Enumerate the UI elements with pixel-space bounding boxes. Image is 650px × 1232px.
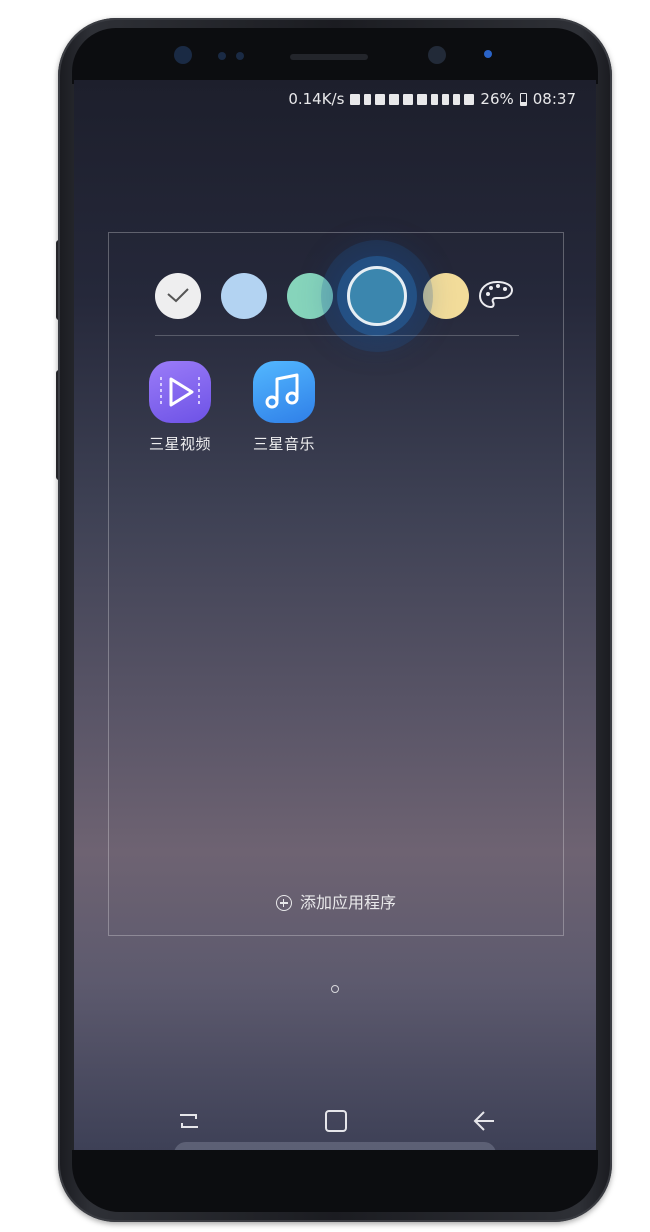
color-swatch-mint[interactable] <box>287 273 333 319</box>
recent-apps-icon[interactable] <box>176 1106 202 1136</box>
network-speed: 0.14K/s <box>288 90 345 108</box>
screenshot-icon <box>464 93 475 105</box>
app-label: 三星视频 <box>148 435 211 453</box>
wifi-icon <box>431 93 439 105</box>
color-swatch-blue-selected[interactable] <box>347 266 407 326</box>
app-folder: 三星视频 三星音乐 添加应用程序 <box>108 232 564 936</box>
back-icon[interactable] <box>470 1106 498 1136</box>
iris-led <box>484 50 492 58</box>
notification-icon <box>403 93 414 105</box>
video-play-icon <box>149 361 211 423</box>
add-apps-label: 添加应用程序 <box>299 893 396 912</box>
add-apps-button[interactable]: 添加应用程序 <box>109 889 563 913</box>
front-camera <box>428 46 446 64</box>
folder-color-picker <box>155 266 525 326</box>
signal-icon <box>442 93 450 105</box>
home-icon[interactable] <box>322 1106 350 1136</box>
sim-icon <box>417 93 428 105</box>
battery-icon <box>519 92 527 106</box>
alarm-icon <box>350 93 361 105</box>
status-icons <box>350 93 475 105</box>
device-mockup: 0.14K/s 26% 08:37 三星视频 三星音乐 添加应用程序 <box>0 0 650 1232</box>
color-swatch-light-blue[interactable] <box>221 273 267 319</box>
app-label: 三星音乐 <box>252 435 315 453</box>
earpiece-speaker <box>290 54 368 60</box>
status-bar: 0.14K/s 26% 08:37 <box>288 88 576 110</box>
page-indicator[interactable] <box>331 985 339 993</box>
proximity-sensor <box>218 52 226 60</box>
bluetooth-icon <box>364 93 372 105</box>
ambient-sensor <box>236 52 244 60</box>
nfc-icon <box>375 93 386 105</box>
home-screen: 0.14K/s 26% 08:37 三星视频 三星音乐 添加应用程序 <box>74 80 596 1152</box>
navigation-bar <box>74 1106 596 1140</box>
folder-divider <box>155 335 519 336</box>
add-circle-icon <box>275 895 292 911</box>
data-icon <box>453 93 461 105</box>
app-samsung-video[interactable]: 三星视频 <box>135 361 225 454</box>
bottom-bezel <box>72 1150 598 1212</box>
checkmark-icon <box>167 288 189 303</box>
clock: 08:37 <box>532 90 576 108</box>
battery-percent: 26% <box>480 90 514 108</box>
front-sensor <box>174 46 192 64</box>
music-note-icon <box>253 361 315 423</box>
palette-icon[interactable] <box>477 279 517 311</box>
color-swatch-white[interactable] <box>155 273 201 319</box>
mute-icon <box>389 93 400 105</box>
color-swatch-yellow[interactable] <box>423 273 469 319</box>
app-samsung-music[interactable]: 三星音乐 <box>239 361 329 454</box>
